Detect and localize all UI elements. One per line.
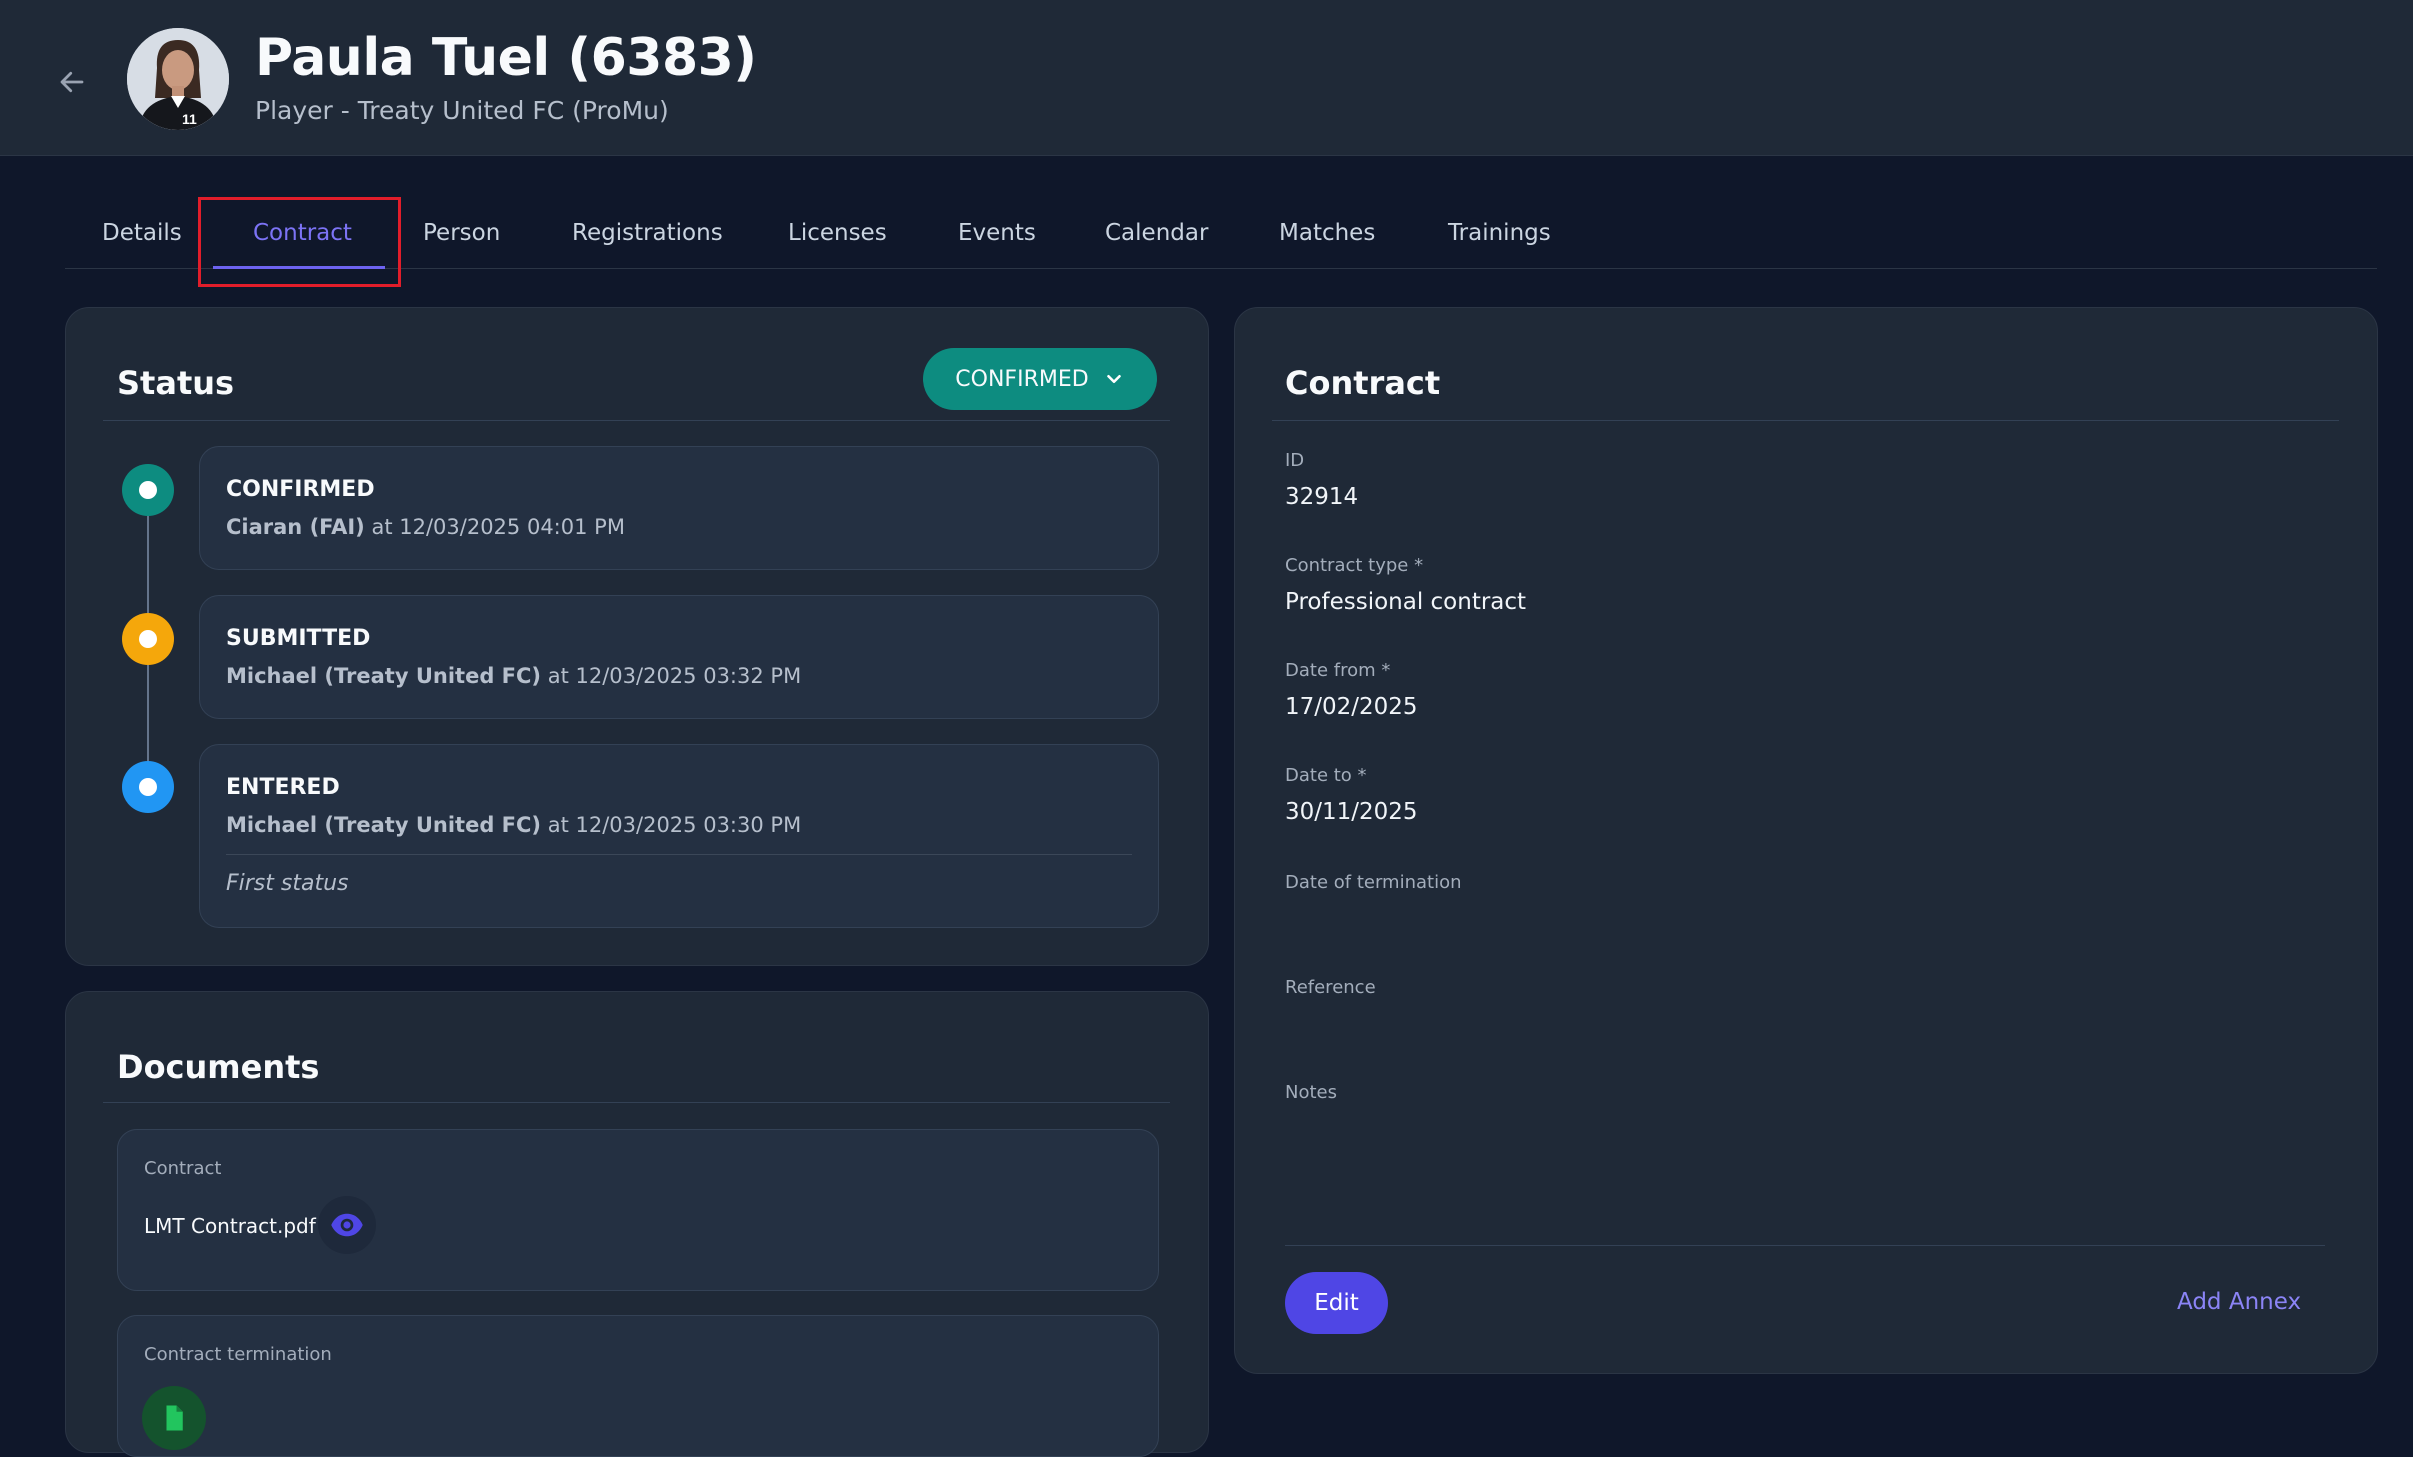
status-meta: Michael (Treaty United FC) at 12/03/2025… [226,813,801,837]
field-label-date-of-termination: Date of termination [1285,872,1462,893]
status-name: SUBMITTED [226,626,371,651]
status-item-submitted: SUBMITTED Michael (Treaty United FC) at … [199,595,1159,719]
document-file-name[interactable]: LMT Contract.pdf [144,1214,316,1238]
status-card-title: Status [117,364,235,402]
field-label-notes: Notes [1285,1082,1337,1103]
contract-card-title: Contract [1285,364,1441,402]
status-time: at 12/03/2025 03:30 PM [547,813,802,837]
field-value-contract-type: Professional contract [1285,589,1527,615]
status-time: at 12/03/2025 03:32 PM [547,664,802,688]
field-value-id: 32914 [1285,484,1359,510]
view-document-button[interactable] [318,1196,376,1254]
status-note-divider [226,854,1132,855]
document-item-contract: Contract LMT Contract.pdf [117,1129,1159,1291]
documents-divider [103,1102,1170,1103]
status-dot-submitted [122,613,174,665]
status-dot-entered [122,761,174,813]
tab-details[interactable]: Details [102,220,182,246]
add-annex-link[interactable]: Add Annex [2177,1289,2301,1315]
tab-licenses[interactable]: Licenses [788,220,887,246]
tab-trainings[interactable]: Trainings [1448,220,1551,246]
status-meta: Michael (Treaty United FC) at 12/03/2025… [226,664,801,688]
document-icon [166,1405,183,1431]
status-divider [103,420,1170,421]
status-note: First status [226,871,349,896]
status-user: Michael (Treaty United FC) [226,813,542,837]
edit-button[interactable]: Edit [1285,1272,1388,1334]
field-label-date-to: Date to * [1285,765,1367,786]
status-meta: Ciaran (FAI) at 12/03/2025 04:01 PM [226,515,625,539]
back-button[interactable] [52,62,92,102]
status-name: ENTERED [226,775,340,800]
field-label-date-from: Date from * [1285,660,1391,681]
field-label-id: ID [1285,450,1305,471]
arrow-left-icon [60,71,84,93]
tab-bar: Details Contract Person Registrations Li… [65,196,2377,269]
field-label-reference: Reference [1285,977,1376,998]
document-item-termination: Contract termination [117,1315,1159,1457]
field-label-contract-type: Contract type * [1285,555,1424,576]
status-name: CONFIRMED [226,477,375,502]
page-subtitle: Player - Treaty United FC (ProMu) [255,96,669,125]
chevron-down-icon [1106,374,1121,384]
status-dropdown-button[interactable]: CONFIRMED [923,348,1157,410]
document-label: Contract termination [144,1344,332,1365]
tab-matches[interactable]: Matches [1279,220,1375,246]
tab-person[interactable]: Person [423,220,500,246]
page-title: Paula Tuel (6383) [255,28,757,88]
eye-icon [331,1213,363,1237]
contract-card [1234,307,2378,1374]
status-dot-confirmed [122,464,174,516]
documents-card-title: Documents [117,1048,320,1086]
tab-highlight-box [198,197,401,287]
upload-document-button[interactable] [142,1386,206,1450]
status-item-entered: ENTERED Michael (Treaty United FC) at 12… [199,744,1159,928]
document-label: Contract [144,1158,222,1179]
svg-text:11: 11 [182,111,197,127]
field-value-date-to: 30/11/2025 [1285,799,1418,825]
status-user: Michael (Treaty United FC) [226,664,542,688]
contract-divider [1272,420,2339,421]
contract-actions-divider [1285,1245,2325,1246]
page-header: 11 Paula Tuel (6383) Player - Treaty Uni… [0,0,2413,156]
avatar: 11 [127,28,229,130]
status-item-confirmed: CONFIRMED Ciaran (FAI) at 12/03/2025 04:… [199,446,1159,570]
tab-registrations[interactable]: Registrations [572,220,723,246]
status-dropdown-label: CONFIRMED [955,366,1089,392]
status-user: Ciaran (FAI) [226,515,365,539]
status-time: at 12/03/2025 04:01 PM [371,515,625,539]
tab-calendar[interactable]: Calendar [1105,220,1208,246]
field-value-date-from: 17/02/2025 [1285,694,1418,720]
tab-events[interactable]: Events [958,220,1036,246]
